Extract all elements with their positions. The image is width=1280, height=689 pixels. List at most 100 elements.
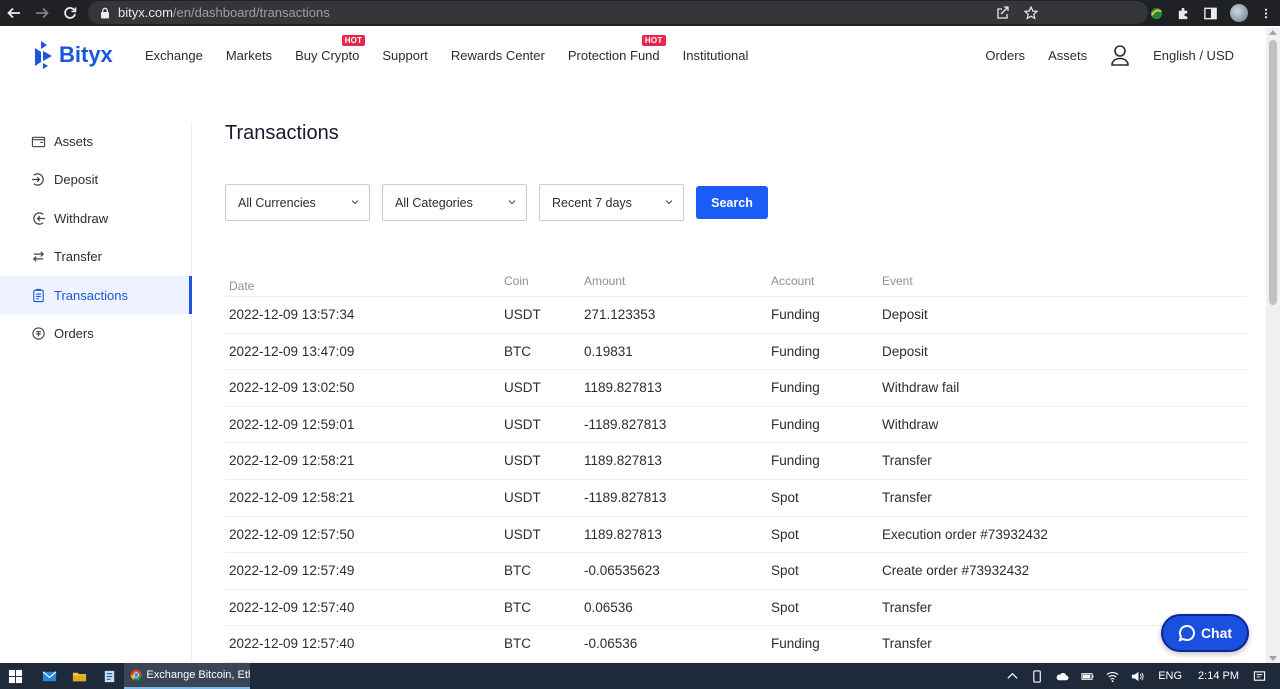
tray-chevron-up-icon[interactable]	[1006, 670, 1019, 683]
cell-account: Funding	[771, 636, 820, 652]
logo-text: Bityx	[59, 42, 113, 67]
notification-center-icon[interactable]	[1253, 670, 1266, 683]
chat-bubble-icon	[1178, 624, 1195, 642]
header-account: Account	[771, 274, 815, 288]
cell-date: 2022-12-09 12:57:49	[229, 563, 355, 579]
mail-icon[interactable]	[34, 663, 64, 689]
table-body: 2022-12-09 13:57:34 USDT 271.123353 Funding…	[225, 297, 1247, 663]
sidebar-item-transactions[interactable]: Transactions	[0, 276, 192, 314]
wifi-icon[interactable]	[1106, 670, 1119, 683]
reload-icon[interactable]	[56, 0, 84, 26]
deposit-icon	[31, 173, 44, 186]
user-icon[interactable]	[1110, 44, 1130, 66]
onedrive-cloud-icon[interactable]	[1056, 670, 1069, 683]
nav-buy-crypto[interactable]: Buy Crypto HOT	[295, 34, 366, 63]
account-nav: Orders Assets English / USD	[962, 28, 1234, 82]
sidebar-item-label: Assets	[54, 133, 94, 149]
hot-badge: HOT	[641, 34, 666, 46]
scroll-up-arrow-icon[interactable]	[1269, 30, 1277, 35]
cell-account: Spot	[771, 599, 799, 615]
forward-icon[interactable]	[28, 0, 56, 26]
chat-label: Chat	[1200, 625, 1233, 641]
cell-coin: USDT	[504, 489, 541, 505]
cell-coin: USDT	[504, 416, 541, 432]
currency-select[interactable]: All Currencies	[225, 184, 370, 221]
cell-coin: USDT	[504, 307, 541, 322]
back-icon[interactable]	[0, 0, 28, 26]
category-select[interactable]: All Categories	[382, 184, 527, 221]
page-scrollbar[interactable]	[1266, 28, 1280, 663]
table-row: 2022-12-09 12:58:21 USDT 1189.827813 Fundin…	[225, 443, 1247, 480]
taskbar-chrome-app[interactable]: Exchange Bitcoin, Eth...	[124, 663, 250, 689]
sidebar-item-transfer[interactable]: Transfer	[0, 238, 191, 276]
bookmark-star-icon[interactable]	[1024, 5, 1038, 20]
cell-amount: -0.06535623	[584, 563, 660, 579]
table-row: 2022-12-09 13:57:34 USDT 271.123353 Funding…	[225, 297, 1247, 334]
sidebar-item-withdraw[interactable]: Withdraw	[0, 199, 191, 237]
extensions-puzzle-icon[interactable]	[1176, 6, 1191, 21]
search-button[interactable]: Search	[696, 186, 768, 219]
chevron-down-icon	[665, 200, 673, 205]
extension-colorful-icon[interactable]	[1149, 6, 1164, 21]
sidebar-item-label: Withdraw	[54, 210, 109, 226]
cell-date: 2022-12-09 13:47:09	[229, 343, 355, 359]
cell-account: Funding	[771, 307, 820, 322]
cell-event: Withdraw fail	[882, 380, 960, 396]
site-logo[interactable]: Bityx	[32, 40, 113, 70]
cell-account: Funding	[771, 343, 820, 359]
windows-taskbar: Exchange Bitcoin, Eth... ENG 2:14 PM	[0, 663, 1280, 689]
file-explorer-icon[interactable]	[64, 663, 94, 689]
nav-orders[interactable]: Orders	[985, 48, 1025, 63]
period-select[interactable]: Recent 7 days	[539, 184, 684, 221]
cell-coin: BTC	[504, 599, 531, 615]
header-amount: Amount	[584, 274, 626, 288]
notepad-icon[interactable]	[94, 663, 124, 689]
browser-toolbar: bityx.com/en/dashboard/transactions	[0, 0, 1280, 26]
volume-icon[interactable]	[1131, 670, 1144, 683]
table-row: 2022-12-09 12:57:40 BTC -0.06536 Funding Tra…	[225, 626, 1247, 663]
battery-icon[interactable]	[1081, 670, 1094, 683]
header-date[interactable]: Date	[229, 279, 254, 293]
nav-rewards-center[interactable]: Rewards Center	[451, 48, 545, 63]
scroll-down-arrow-icon[interactable]	[1269, 656, 1277, 661]
table-row: 2022-12-09 12:57:40 BTC 0.06536 Spot Transfe…	[225, 590, 1247, 627]
hot-badge: HOT	[341, 34, 366, 46]
sidebar-item-orders[interactable]: Orders	[0, 315, 191, 353]
language-currency-selector[interactable]: English / USD	[1153, 48, 1234, 63]
share-icon[interactable]	[996, 5, 1010, 20]
transactions-table: Date Coin Amount Account Event 2022-12-0…	[225, 262, 1247, 663]
profile-avatar[interactable]	[1230, 4, 1248, 22]
nav-markets[interactable]: Markets	[226, 48, 272, 63]
sidebar-item-label: Transactions	[54, 287, 128, 303]
nav-exchange[interactable]: Exchange	[145, 48, 203, 63]
clock-time[interactable]: 2:14 PM	[1198, 670, 1239, 682]
windows-start-icon[interactable]	[0, 663, 30, 689]
nav-protection-fund[interactable]: Protection Fund HOT	[568, 34, 666, 63]
sidebar-item-deposit[interactable]: Deposit	[0, 161, 191, 199]
cell-event: Withdraw	[882, 416, 939, 432]
table-header: Date Coin Amount Account Event	[225, 262, 1247, 297]
nav-institutional[interactable]: Institutional	[683, 48, 749, 63]
nav-support[interactable]: Support	[382, 48, 428, 63]
table-row: 2022-12-09 13:47:09 BTC 0.19831 Funding Depo…	[225, 334, 1247, 371]
nav-assets[interactable]: Assets	[1048, 48, 1087, 63]
side-panel-icon[interactable]	[1203, 6, 1218, 21]
sidebar-item-assets[interactable]: Assets	[0, 122, 191, 160]
tray-phone-icon[interactable]	[1031, 669, 1044, 683]
cell-coin: USDT	[504, 380, 541, 396]
cell-amount: 271.123353	[584, 307, 656, 322]
input-language[interactable]: ENG	[1158, 670, 1182, 682]
chat-button[interactable]: Chat	[1161, 614, 1249, 652]
table-row: 2022-12-09 13:02:50 USDT 1189.827813 Fundin…	[225, 370, 1247, 407]
chevron-down-icon	[508, 200, 516, 205]
cell-amount: 1189.827813	[584, 380, 662, 396]
cell-amount: 0.19831	[584, 343, 633, 359]
cell-account: Funding	[771, 380, 820, 396]
table-row: 2022-12-09 12:57:50 USDT 1189.827813 Spot Ex…	[225, 517, 1247, 554]
address-bar[interactable]: bityx.com/en/dashboard/transactions	[88, 1, 1148, 24]
cell-coin: BTC	[504, 636, 531, 652]
cell-account: Funding	[771, 416, 820, 432]
scroll-thumb[interactable]	[1269, 40, 1277, 305]
more-menu-icon[interactable]	[1260, 6, 1272, 21]
table-row: 2022-12-09 12:57:49 BTC -0.06535623 Spot Cre…	[225, 553, 1247, 590]
